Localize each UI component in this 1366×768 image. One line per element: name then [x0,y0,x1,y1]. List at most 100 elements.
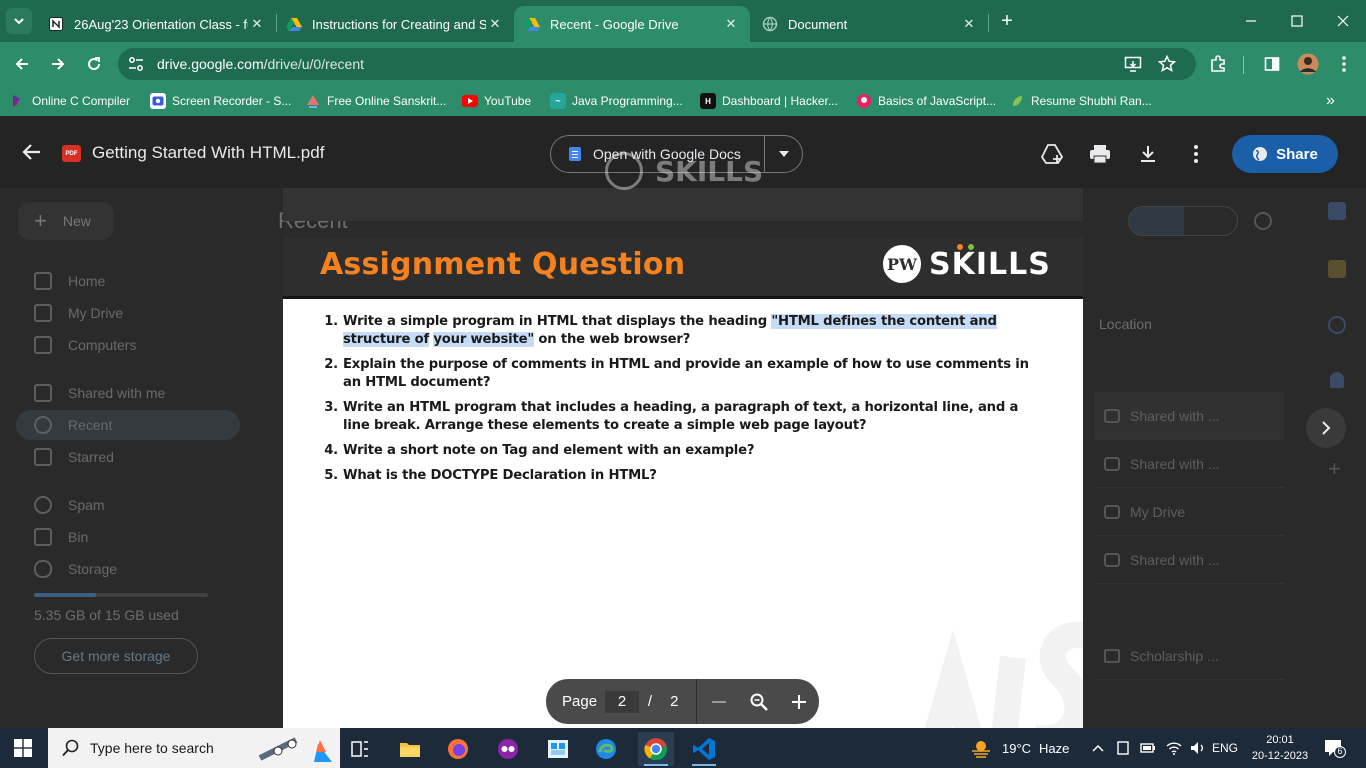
file-row[interactable]: Shared with ... [1094,440,1284,488]
windows-start-icon[interactable] [14,739,32,757]
input-language[interactable]: ENG [1212,728,1238,768]
notion-icon [48,16,64,32]
tasks-icon[interactable] [1328,316,1346,334]
forward-button[interactable] [44,50,72,78]
zoom-in-button[interactable] [779,679,819,724]
tab-instructions[interactable]: Instructions for Creating and Su ✕ [276,6,514,42]
file-explorer-button[interactable] [392,732,428,766]
maximize-button[interactable] [1274,0,1320,42]
address-bar[interactable]: drive.google.com/drive/u/0/recent [118,48,1196,80]
print-icon [1090,145,1110,164]
nav-label: Shared with me [68,385,166,401]
get-more-storage-button[interactable]: Get more storage [34,638,198,674]
more-bookmarks-button[interactable]: » [1326,92,1335,110]
close-icon[interactable]: ✕ [960,16,978,32]
file-row[interactable]: Scholarship ... [1094,632,1284,680]
bookmark-java-programming[interactable]: ~ Java Programming... [550,92,683,110]
bookmark-online-c-compiler[interactable]: Online C Compiler [10,92,130,110]
close-window-button[interactable] [1320,0,1366,42]
vscode-button[interactable] [686,732,722,766]
question-1: 1. Write a simple program in HTML that d… [321,313,1041,349]
firefox-button[interactable] [440,732,476,766]
new-tab-button[interactable]: + [996,10,1018,32]
bookmark-youtube[interactable]: YouTube [462,92,531,110]
bookmark-screen-recorder[interactable]: Screen Recorder - S... [150,92,291,110]
keep-icon[interactable] [1328,260,1346,278]
bookmark-javascript-basics[interactable]: Basics of JavaScript... [856,92,996,110]
page-label: Page [562,693,598,710]
new-button[interactable]: + New [18,202,114,240]
task-view-button[interactable] [342,732,378,766]
clock-date: 20-12-2023 [1251,750,1309,762]
add-to-drive-button[interactable] [1039,141,1065,167]
nav-spam[interactable]: Spam [34,494,105,516]
arrow-left-icon[interactable] [20,140,44,164]
file-row[interactable]: Shared with ... [1094,392,1284,440]
bookmark-sanskrit[interactable]: Free Online Sanskrit... [305,92,446,110]
bookmark-hackerrank[interactable]: H Dashboard | Hacker... [700,92,838,110]
close-icon[interactable]: ✕ [722,16,740,32]
nav-shared-with-me[interactable]: Shared with me [34,382,165,404]
bookmark-resume[interactable]: Resume Shubhi Ran... [1009,92,1152,110]
nav-recent[interactable]: Recent [34,414,112,436]
arrow-right-icon [52,58,65,70]
info-icon[interactable] [1254,212,1272,230]
print-button[interactable] [1087,141,1113,167]
chrome-button[interactable] [638,732,674,766]
profile-avatar[interactable] [1294,50,1322,78]
tab-orientation-class[interactable]: 26Aug'23 Orientation Class - ful ✕ [38,6,276,42]
list-view-button[interactable] [1129,207,1184,235]
show-hidden-icons-button[interactable] [1092,728,1104,768]
close-icon[interactable]: ✕ [486,16,504,32]
star-icon[interactable] [1158,55,1176,73]
share-button[interactable]: Share [1232,135,1338,173]
edge-button[interactable] [588,732,624,766]
nav-starred[interactable]: Starred [34,446,114,468]
question-text: Explain the purpose of comments in HTML … [343,357,1029,390]
contacts-icon[interactable] [1330,372,1344,388]
zoom-fit-button[interactable] [739,679,779,724]
minimize-icon [1246,20,1256,22]
nav-storage[interactable]: Storage [34,558,117,580]
reload-button[interactable] [80,50,108,78]
current-page-input[interactable]: 2 [605,690,639,713]
nav-home[interactable]: Home [34,270,105,292]
tray-icons[interactable] [1116,728,1206,768]
close-icon[interactable]: ✕ [248,16,266,32]
file-row[interactable]: Shared with ... [1094,536,1284,584]
add-addon-icon[interactable]: + [1328,456,1341,482]
more-actions-button[interactable] [1183,141,1209,167]
calendar-icon[interactable] [1328,202,1346,220]
nav-my-drive[interactable]: My Drive [34,302,123,324]
install-app-icon[interactable] [1124,55,1142,73]
download-button[interactable] [1135,141,1161,167]
back-button[interactable] [8,50,36,78]
side-panel-button[interactable] [1258,50,1286,78]
zoom-out-button[interactable] [699,679,739,724]
view-toggle[interactable] [1128,206,1238,236]
tab-document[interactable]: Document ✕ [752,6,988,42]
app-button[interactable] [490,732,526,766]
tab-recent-google-drive[interactable]: Recent - Google Drive ✕ [514,6,750,42]
file-row[interactable]: My Drive [1094,488,1284,536]
next-file-button[interactable] [1306,408,1346,448]
store-button[interactable] [540,732,576,766]
tab-search-button[interactable] [6,8,32,34]
chevron-up-icon [1092,744,1104,752]
minimize-button[interactable] [1228,0,1274,42]
weather-widget[interactable]: 19°C Haze [970,728,1069,768]
question-number: 3. [324,400,338,415]
skills-watermark-text: SKILLS [655,154,764,188]
notification-center-button[interactable]: 6 [1324,738,1346,758]
nav-computers[interactable]: Computers [34,334,136,356]
store-icon [548,740,568,758]
nav-bin[interactable]: Bin [34,526,88,548]
chrome-menu-button[interactable] [1330,50,1358,78]
question-4: 4. Write a short note on Tag and element… [321,442,1041,460]
logo-dots-icon [957,243,974,250]
site-info-icon[interactable] [128,56,144,72]
open-with-dropdown[interactable] [765,151,802,157]
taskbar-search-box[interactable]: Type here to search [48,728,340,768]
system-clock[interactable]: 20:01 20-12-2023 [1248,732,1312,764]
extensions-button[interactable] [1204,50,1232,78]
